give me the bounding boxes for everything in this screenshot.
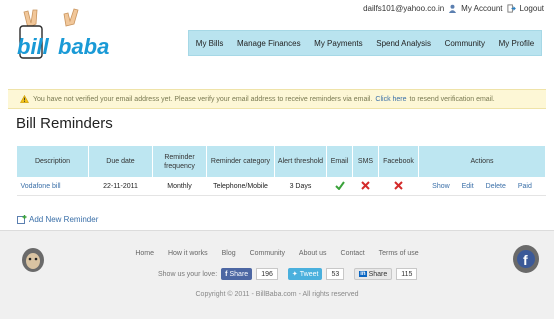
facebook-share-count: 196: [256, 268, 278, 280]
logo-text-bill: bill: [17, 34, 50, 59]
delete-link[interactable]: Delete: [486, 183, 506, 190]
account-bar: dailfs101@yahoo.co.in My Account Logout: [363, 4, 544, 13]
show-link[interactable]: Show: [432, 183, 450, 190]
share-bar: Show us your love: f Share 196 ✦ Tweet 5…: [158, 268, 423, 280]
email-verification-alert: You have not verified your email address…: [8, 89, 546, 109]
share-label: Show us your love:: [158, 270, 218, 278]
col-facebook: Facebook: [378, 145, 419, 178]
check-icon: [334, 181, 345, 191]
nav-my-profile[interactable]: My Profile: [499, 39, 535, 48]
facebook-share-label: Share: [229, 270, 249, 278]
email-status-cell: [326, 177, 353, 196]
billbaba-logo[interactable]: bill baba: [14, 6, 124, 68]
svg-text:f: f: [523, 252, 528, 268]
nav-my-bills[interactable]: My Bills: [196, 39, 224, 48]
add-icon: [17, 215, 27, 224]
nav-manage-finances[interactable]: Manage Finances: [237, 39, 301, 48]
twitter-bird-icon: ✦: [291, 271, 298, 278]
alert-text-after: to resend verification email.: [409, 95, 495, 103]
logo-text-baba: baba: [58, 34, 109, 59]
linkedin-in-icon: in: [359, 271, 367, 277]
logout-link[interactable]: Logout: [520, 4, 544, 13]
cross-icon: [361, 181, 370, 190]
footer-links: Home How it works Blog Community About u…: [0, 250, 554, 257]
col-frequency: Reminder frequency: [152, 145, 207, 178]
sms-status-cell: [352, 177, 379, 196]
footer-link-how-it-works[interactable]: How it works: [168, 250, 208, 257]
facebook-status-cell: [378, 177, 419, 196]
col-description: Description: [16, 145, 89, 178]
linkedin-share-count: 115: [396, 268, 418, 280]
footer-link-terms[interactable]: Terms of use: [379, 250, 419, 257]
user-icon: [449, 4, 457, 13]
mascot-peek-icon: [22, 248, 44, 272]
main-nav: My Bills Manage Finances My Payments Spe…: [188, 30, 542, 56]
footer-link-contact[interactable]: Contact: [341, 250, 365, 257]
footer: Home How it works Blog Community About u…: [0, 230, 554, 319]
col-category: Reminder category: [206, 145, 275, 178]
alert-text: You have not verified your email address…: [33, 95, 373, 103]
tweet-count: 53: [326, 268, 345, 280]
page-title: Bill Reminders: [16, 115, 113, 132]
col-due-date: Due date: [88, 145, 153, 178]
footer-link-about-us[interactable]: About us: [299, 250, 327, 257]
reminder-description[interactable]: Vodafone bill: [16, 177, 89, 196]
add-reminder-link[interactable]: Add New Reminder: [17, 215, 98, 224]
linkedin-share-label: Share: [368, 270, 388, 278]
reminder-due-date: 22-11-2011: [88, 177, 153, 196]
warning-icon: [20, 95, 29, 103]
facebook-f-icon: f: [225, 270, 228, 278]
col-threshold: Alert threshold: [274, 145, 327, 178]
logout-icon: [506, 4, 516, 13]
add-reminder-label: Add New Reminder: [29, 215, 99, 224]
facebook-peek-icon[interactable]: f: [512, 244, 540, 274]
footer-link-community[interactable]: Community: [250, 250, 285, 257]
table-row: Vodafone bill 22-11-2011 Monthly Telepho…: [16, 177, 546, 196]
facebook-share-button[interactable]: f Share: [221, 268, 253, 280]
tweet-label: Tweet: [299, 270, 319, 278]
actions-cell: Show Edit Delete Paid: [418, 177, 546, 196]
reminder-threshold: 3 Days: [274, 177, 327, 196]
nav-spend-analysis[interactable]: Spend Analysis: [376, 39, 431, 48]
col-sms: SMS: [352, 145, 379, 178]
nav-community[interactable]: Community: [445, 39, 485, 48]
user-email: dailfs101@yahoo.co.in: [363, 4, 445, 13]
reminders-table: Description Due date Reminder frequency …: [16, 145, 546, 196]
footer-link-home[interactable]: Home: [135, 250, 154, 257]
footer-link-blog[interactable]: Blog: [222, 250, 236, 257]
col-email: Email: [326, 145, 353, 178]
copyright-text: Copyright © 2011 - BillBaba.com - All ri…: [195, 291, 359, 298]
paid-link[interactable]: Paid: [518, 183, 532, 190]
resend-verification-link[interactable]: Click here: [375, 96, 406, 103]
edit-link[interactable]: Edit: [462, 183, 474, 190]
cross-icon: [394, 181, 403, 190]
linkedin-share-button[interactable]: in Share: [354, 268, 393, 280]
reminder-frequency: Monthly: [152, 177, 207, 196]
my-account-link[interactable]: My Account: [461, 4, 502, 13]
table-header-row: Description Due date Reminder frequency …: [16, 145, 546, 178]
nav-my-payments[interactable]: My Payments: [314, 39, 362, 48]
tweet-button[interactable]: ✦ Tweet: [287, 268, 323, 280]
col-actions: Actions: [418, 145, 546, 178]
reminder-category: Telephone/Mobile: [206, 177, 275, 196]
